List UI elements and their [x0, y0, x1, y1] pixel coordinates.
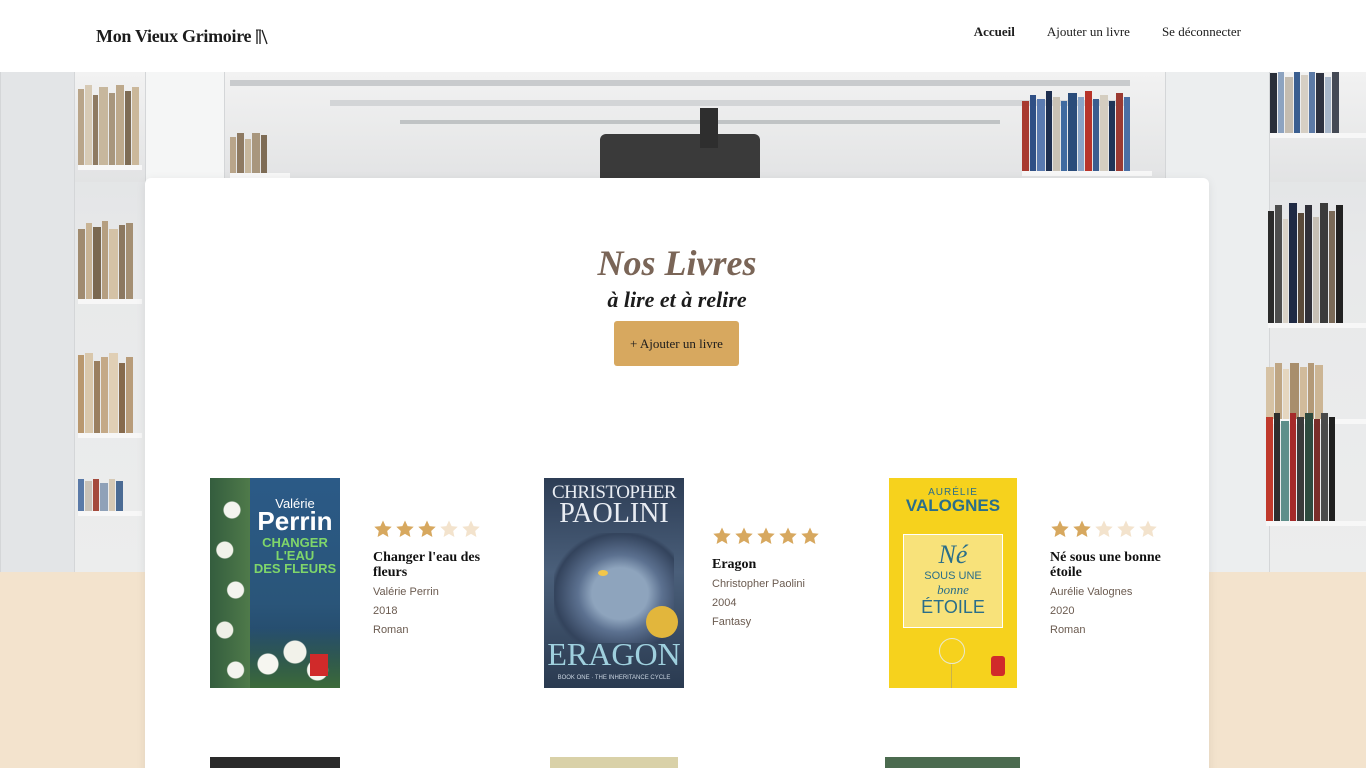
star-filled-icon	[374, 520, 392, 537]
star-filled-icon	[757, 527, 775, 544]
book-scanner-machine	[600, 134, 760, 178]
book-year: 2004	[712, 597, 737, 609]
bookshelf	[78, 221, 142, 304]
cover-badge	[646, 606, 678, 638]
cover-title-line: SOUS UNE	[924, 570, 982, 582]
star-empty-icon	[1095, 520, 1113, 537]
cover-title-line: ÉTOILE	[921, 597, 985, 617]
cover-footer: BOOK ONE · THE INHERITANCE CYCLE	[557, 675, 671, 681]
publisher-badge	[991, 656, 1005, 676]
main-nav: Accueil Ajouter un livre Se déconnecter	[974, 24, 1241, 40]
book-info: Né sous une bonne étoile Aurélie Valogne…	[1050, 518, 1170, 637]
star-empty-icon	[1117, 520, 1135, 537]
cover-title-line: Né	[938, 540, 968, 569]
star-filled-icon	[713, 527, 731, 544]
bookshelf	[1270, 72, 1366, 138]
book-info: Changer l'eau des fleurs Valérie Perrin …	[373, 518, 493, 637]
cover-title-line: ERAGON	[547, 636, 681, 672]
book-title: Né sous une bonne étoile	[1050, 550, 1161, 580]
publisher-badge	[310, 654, 328, 676]
book-genre: Roman	[373, 624, 409, 636]
star-filled-icon	[418, 520, 436, 537]
book-year: 2018	[373, 605, 398, 617]
book-cover-image[interactable]	[210, 757, 340, 768]
cover-author-last: Perrin	[257, 506, 333, 536]
book-info: Eragon Christopher Paolini 2004 Fantasy	[712, 525, 832, 629]
book-cover-image[interactable]: CHRISTOPHER PAOLINI ERAGON BOOK ONE · TH…	[544, 478, 684, 688]
book-scanner-arm	[700, 108, 718, 148]
ceiling-beam	[230, 80, 1130, 86]
logo-text: Mon Vieux Grimoire	[96, 26, 252, 46]
page-subtitle: à lire et à relire	[607, 287, 747, 312]
books-card: Nos Livres à lire et à relire + Ajouter …	[145, 178, 1209, 768]
rating-stars	[1050, 518, 1170, 540]
star-empty-icon	[440, 520, 458, 537]
book-card[interactable]: CHRISTOPHER PAOLINI ERAGON BOOK ONE · TH…	[544, 478, 844, 688]
star-filled-icon	[1051, 520, 1069, 537]
star-filled-icon	[396, 520, 414, 537]
site-logo[interactable]: Mon Vieux Grimoire	[96, 26, 269, 47]
add-book-button[interactable]: + Ajouter un livre	[614, 321, 739, 366]
book-card[interactable]: Valérie Perrin CHANGER L'EAU DES FLEURS …	[210, 478, 510, 688]
book-card[interactable]: AURÉLIE VALOGNES Né SOUS UNE bonne ÉTOIL…	[889, 478, 1189, 688]
book-author: Aurélie Valognes	[1050, 586, 1133, 598]
page-title: Nos Livres	[597, 243, 757, 283]
rating-stars	[373, 518, 493, 540]
bookshelf	[1022, 91, 1152, 176]
book-cover-image[interactable]	[885, 757, 1020, 768]
book-cover-image[interactable]: AURÉLIE VALOGNES Né SOUS UNE bonne ÉTOIL…	[889, 478, 1017, 688]
rating-stars	[712, 525, 832, 547]
cover-title-line: bonne	[937, 582, 969, 597]
star-filled-icon	[1073, 520, 1091, 537]
book-title: Changer l'eau des fleurs	[373, 550, 481, 580]
bookshelf	[78, 479, 142, 516]
bookshelf	[78, 352, 142, 438]
cover-author-last: VALOGNES	[905, 496, 1001, 515]
book-author: Christopher Paolini	[712, 578, 805, 590]
cover-dragon-eye	[598, 570, 608, 576]
books-logo-icon	[256, 29, 268, 44]
cover-author-last: PAOLINI	[559, 498, 669, 529]
pillar	[0, 72, 75, 572]
star-filled-icon	[779, 527, 797, 544]
book-genre: Roman	[1050, 624, 1086, 636]
book-cover-image[interactable]	[550, 757, 678, 768]
book-year: 2020	[1050, 605, 1075, 617]
bookshelf	[230, 133, 290, 178]
star-filled-icon	[735, 527, 753, 544]
bookshelf	[1268, 202, 1366, 328]
nav-deconnexion[interactable]: Se déconnecter	[1162, 24, 1241, 40]
star-filled-icon	[801, 527, 819, 544]
cover-title-line: DES FLEURS	[253, 561, 337, 576]
bookshelf	[78, 85, 142, 170]
site-header: Mon Vieux Grimoire Accueil Ajouter un li…	[0, 0, 1366, 72]
ceiling-beam	[330, 100, 1130, 106]
star-empty-icon	[462, 520, 480, 537]
book-title: Eragon	[712, 557, 757, 572]
book-cover-image[interactable]: Valérie Perrin CHANGER L'EAU DES FLEURS	[210, 478, 340, 688]
book-author: Valérie Perrin	[373, 586, 439, 598]
cover-dandelion	[939, 638, 965, 664]
bookshelf	[1266, 413, 1366, 526]
nav-accueil[interactable]: Accueil	[974, 24, 1015, 40]
star-empty-icon	[1139, 520, 1157, 537]
book-genre: Fantasy	[712, 616, 752, 628]
nav-ajouter-livre[interactable]: Ajouter un livre	[1047, 24, 1130, 40]
cover-dandelion-stem	[951, 664, 952, 688]
